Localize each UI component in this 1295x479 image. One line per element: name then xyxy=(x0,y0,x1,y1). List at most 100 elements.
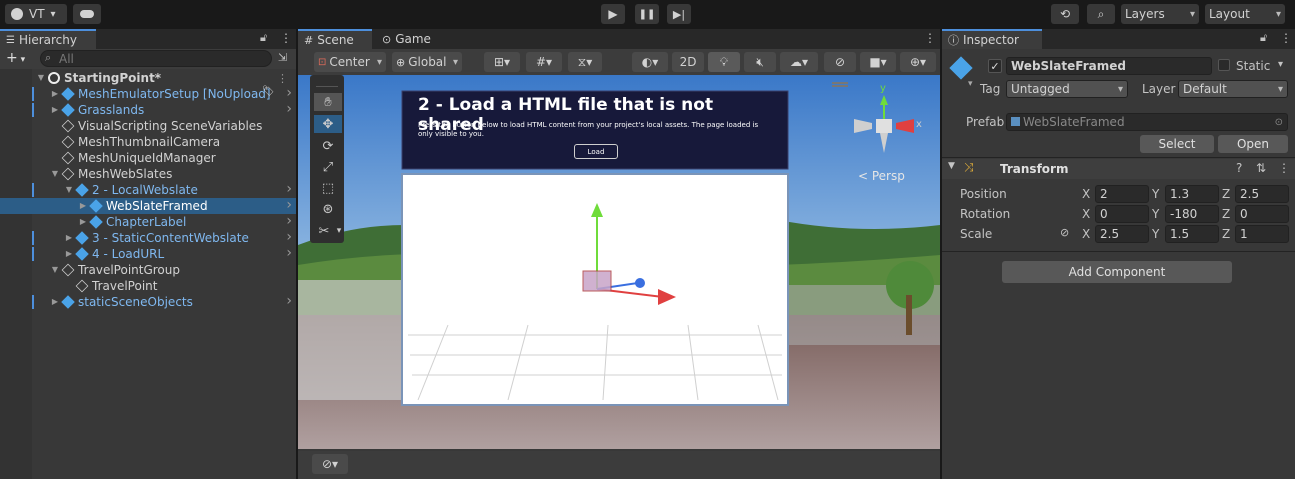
chevron-right-icon[interactable]: › xyxy=(286,213,292,229)
transform-tool[interactable]: ⊛ xyxy=(314,200,342,218)
lock-icon[interactable]: 🔓︎ xyxy=(260,31,267,45)
open-button[interactable]: Open xyxy=(1218,135,1288,153)
tree-item-visual-scripting[interactable]: VisualScripting SceneVariables xyxy=(0,118,296,134)
help-icon[interactable]: ? xyxy=(1236,161,1242,175)
target-icon[interactable]: ⊙ xyxy=(1275,117,1283,128)
axis-y-label[interactable]: Y xyxy=(1152,187,1159,201)
pause-button[interactable]: ❚❚ xyxy=(635,4,659,24)
expand-arrow-closed-icon[interactable]: ▶ xyxy=(50,105,60,114)
expand-arrow-open-icon[interactable]: ▼ xyxy=(50,265,60,274)
tab-scene[interactable]: # Scene xyxy=(298,29,372,49)
grid-snap-button[interactable]: ⊞▾ xyxy=(484,52,520,72)
mode-2d-button[interactable]: 2D xyxy=(672,52,704,72)
expand-arrow-closed-icon[interactable]: ▶ xyxy=(50,297,60,306)
chevron-right-icon[interactable]: › xyxy=(286,229,292,245)
scale-z-input[interactable]: 1 xyxy=(1235,225,1289,243)
space-dropdown[interactable]: ⊕ Global xyxy=(392,52,462,72)
more-icon[interactable]: ⋮ xyxy=(1278,161,1290,175)
chevron-right-icon[interactable]: › xyxy=(286,101,292,117)
expand-arrow-closed-icon[interactable]: ▶ xyxy=(64,249,74,258)
account-dropdown[interactable]: VT ▾ xyxy=(5,4,67,24)
more-icon[interactable]: ⋮ xyxy=(277,72,288,85)
axis-x-label[interactable]: X xyxy=(1082,207,1090,221)
expand-arrow-open-icon[interactable]: ▼ xyxy=(50,169,60,178)
scene-viewport[interactable]: 2 - Load a HTML file that is not shared … xyxy=(298,75,940,449)
tree-item-mesh-emulator-setup[interactable]: ▶ MeshEmulatorSetup [NoUpload] 🏷︎ › xyxy=(0,85,296,102)
icon-dropdown-icon[interactable]: ▾ xyxy=(968,79,973,89)
position-z-input[interactable]: 2.5 xyxy=(1235,185,1289,203)
axis-z-label[interactable]: Z xyxy=(1222,187,1230,201)
settings-sliders-icon[interactable]: ⇅ xyxy=(1256,161,1266,175)
step-button[interactable]: ▶| xyxy=(667,4,691,24)
position-y-input[interactable]: 1.3 xyxy=(1165,185,1219,203)
scale-x-input[interactable]: 2.5 xyxy=(1095,225,1149,243)
persp-label[interactable]: < Persp xyxy=(858,169,905,183)
lock-icon[interactable]: 🔓︎ xyxy=(1260,31,1267,45)
more-icon[interactable]: ⋮ xyxy=(1280,31,1292,45)
more-icon[interactable]: ⋮ xyxy=(280,31,292,45)
tree-item-static-scene-objects[interactable]: ▶ staticSceneObjects › xyxy=(0,293,296,310)
increment-snap-button[interactable]: #▾ xyxy=(526,52,562,72)
scale-tool[interactable]: ⤢ xyxy=(314,158,342,176)
prefab-field[interactable]: WebSlateFramed ⊙ xyxy=(1006,113,1288,131)
axis-z-label[interactable]: Z xyxy=(1222,227,1230,241)
tree-item-mesh-unique-id-manager[interactable]: MeshUniqueIdManager xyxy=(0,150,296,166)
custom-tool-dropdown[interactable]: ▾ xyxy=(334,222,344,240)
pivot-dropdown[interactable]: ⊡ Center xyxy=(314,52,386,72)
scene-root[interactable]: ▼ StartingPoint* ⋮ xyxy=(0,70,296,86)
tree-item-load-url[interactable]: ▶ 4 - LoadURL › xyxy=(0,245,296,262)
history-button[interactable]: ⟲ xyxy=(1051,4,1079,24)
scale-y-input[interactable]: 1.5 xyxy=(1165,225,1219,243)
rotation-y-input[interactable]: -180 xyxy=(1165,205,1219,223)
layer-dropdown[interactable]: Default xyxy=(1178,80,1288,98)
camera-button[interactable]: ■▾ xyxy=(860,52,896,72)
tab-hierarchy[interactable]: ☰ Hierarchy xyxy=(0,29,96,49)
hierarchy-search-input[interactable]: ⌕ All xyxy=(40,50,272,67)
static-checkbox[interactable] xyxy=(1218,59,1230,71)
expand-arrow-closed-icon[interactable]: ▶ xyxy=(50,89,60,98)
object-name-input[interactable]: WebSlateFramed xyxy=(1006,57,1212,75)
layout-dropdown[interactable]: Layout xyxy=(1205,4,1285,24)
expand-arrow-closed-icon[interactable]: ▶ xyxy=(78,217,88,226)
tree-item-grasslands[interactable]: ▶ Grasslands › xyxy=(0,101,296,118)
rect-tool[interactable]: ⬚ xyxy=(314,179,342,197)
chevron-right-icon[interactable]: › xyxy=(286,293,292,309)
add-button[interactable]: + ▾ xyxy=(6,50,25,66)
tab-inspector[interactable]: ⓘ Inspector xyxy=(942,29,1042,49)
rotation-z-input[interactable]: 0 xyxy=(1235,205,1289,223)
filter-icon[interactable]: ⇲ xyxy=(278,51,287,64)
chevron-right-icon[interactable]: › xyxy=(286,85,292,101)
more-icon[interactable]: ⋮ xyxy=(924,31,936,45)
active-checkbox[interactable]: ✓ xyxy=(988,59,1002,73)
position-x-input[interactable]: 2 xyxy=(1095,185,1149,203)
play-button[interactable]: ▶ xyxy=(601,4,625,24)
effects-button[interactable]: ☁▾ xyxy=(780,52,818,72)
tree-item-webslate-framed[interactable]: ▶ WebSlateFramed › xyxy=(0,197,296,214)
axis-z-label[interactable]: Z xyxy=(1222,207,1230,221)
static-dropdown-icon[interactable]: ▾ xyxy=(1278,59,1283,70)
overlay-button[interactable]: ⊘▾ xyxy=(312,454,348,474)
expand-arrow-closed-icon[interactable]: ▶ xyxy=(64,233,74,242)
tree-item-mesh-thumbnail-camera[interactable]: MeshThumbnailCamera xyxy=(0,134,296,150)
palette-handle[interactable] xyxy=(316,77,338,87)
tree-item-travel-point[interactable]: TravelPoint xyxy=(0,278,296,294)
expand-arrow-closed-icon[interactable]: ▶ xyxy=(78,201,88,210)
tree-item-static-content-webslate[interactable]: ▶ 3 - StaticContentWebslate › xyxy=(0,229,296,246)
expand-arrow-open-icon[interactable]: ▼ xyxy=(36,73,46,82)
shading-mode-button[interactable]: ◐▾ xyxy=(632,52,668,72)
tag-dropdown[interactable]: Untagged xyxy=(1006,80,1128,98)
audio-button[interactable]: 🔇︎ xyxy=(744,52,776,72)
axis-x-label[interactable]: X xyxy=(1082,227,1090,241)
add-component-button[interactable]: Add Component xyxy=(1002,261,1232,283)
tree-item-travel-point-group[interactable]: ▼ TravelPointGroup xyxy=(0,262,296,278)
tree-item-local-webslate[interactable]: ▼ 2 - LocalWebslate › xyxy=(0,181,296,198)
chevron-right-icon[interactable]: › xyxy=(286,197,292,213)
select-button[interactable]: Select xyxy=(1140,135,1214,153)
visibility-button[interactable]: ⊘ xyxy=(824,52,856,72)
axis-x-label[interactable]: X xyxy=(1082,187,1090,201)
tree-item-chapter-label[interactable]: ▶ ChapterLabel › xyxy=(0,213,296,230)
move-tool[interactable]: ✥ xyxy=(314,115,342,133)
search-button[interactable]: ⌕ xyxy=(1087,4,1115,24)
gizmos-button[interactable]: ⊕▾ xyxy=(900,52,936,72)
chevron-right-icon[interactable]: › xyxy=(286,245,292,261)
